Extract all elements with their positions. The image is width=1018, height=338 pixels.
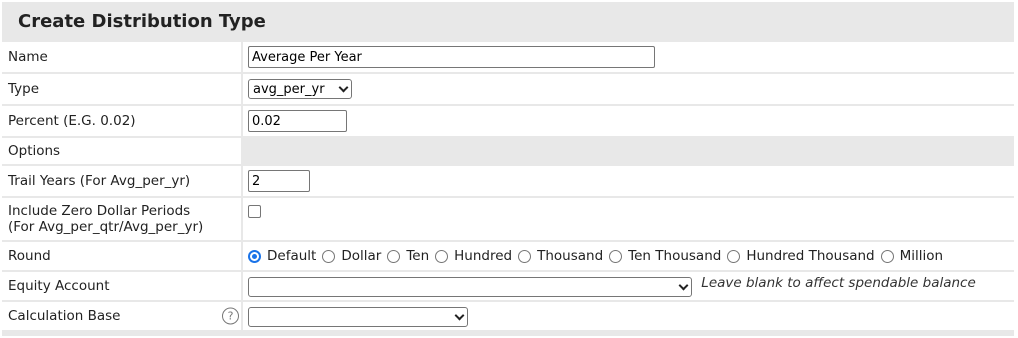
chevron-down-icon (338, 82, 349, 92)
equity-account-select[interactable] (248, 277, 692, 297)
row-round: Round Default Dollar Ten Hundred Thousan… (2, 242, 1014, 270)
type-label: Type (2, 74, 241, 104)
row-type: Type avg_per_yr (2, 74, 1014, 104)
round-option-hundred[interactable]: Hundred (435, 248, 512, 264)
panel-title: Create Distribution Type (18, 11, 266, 32)
round-option-default[interactable]: Default (248, 248, 316, 264)
trail-years-label: Trail Years (For Avg_per_yr) (2, 166, 241, 196)
row-options-section: Options (2, 138, 1014, 164)
radio-icon[interactable] (880, 249, 894, 263)
radio-selected-icon[interactable] (248, 249, 261, 263)
round-label: Round (2, 242, 241, 270)
round-option-million[interactable]: Million (880, 248, 943, 264)
question-circle-icon[interactable]: ? (222, 307, 239, 325)
row-calculation-base: Calculation Base ? (2, 302, 1014, 330)
round-option-hundred-thousand[interactable]: Hundred Thousand (727, 248, 875, 264)
calculation-base-select[interactable] (248, 307, 468, 327)
chevron-down-icon (678, 280, 689, 290)
radio-icon[interactable] (727, 249, 741, 263)
row-equity-account: Equity Account Leave blank to affect spe… (2, 272, 1014, 300)
radio-icon[interactable] (387, 249, 401, 263)
calculation-base-label: Calculation Base (8, 308, 121, 324)
type-select[interactable]: avg_per_yr (248, 79, 352, 99)
round-option-thousand[interactable]: Thousand (518, 248, 603, 264)
radio-icon[interactable] (609, 249, 623, 263)
row-name: Name (2, 42, 1014, 72)
include-zero-label-line2: (For Avg_per_qtr/Avg_per_yr) (8, 219, 204, 235)
round-radio-group: Default Dollar Ten Hundred Thousand Ten … (248, 248, 1014, 264)
distribution-type-form: Name Type avg_per_yr Percent (E.G. 0.02) (2, 40, 1014, 332)
row-include-zero: Include Zero Dollar Periods (For Avg_per… (2, 198, 1014, 240)
row-percent: Percent (E.G. 0.02) (2, 106, 1014, 136)
include-zero-label-line1: Include Zero Dollar Periods (8, 203, 191, 219)
name-label: Name (2, 42, 241, 72)
round-option-ten[interactable]: Ten (387, 248, 429, 264)
options-section-label: Options (2, 138, 241, 164)
percent-label: Percent (E.G. 0.02) (2, 106, 241, 136)
radio-icon[interactable] (435, 249, 449, 263)
include-zero-checkbox[interactable] (248, 205, 261, 218)
round-option-dollar[interactable]: Dollar (322, 248, 381, 264)
create-distribution-type-panel: Create Distribution Type Name Type avg_p… (2, 2, 1014, 336)
radio-icon[interactable] (322, 249, 336, 263)
name-input[interactable] (248, 46, 655, 68)
round-option-ten-thousand[interactable]: Ten Thousand (609, 248, 721, 264)
chevron-down-icon (454, 310, 465, 320)
equity-account-label: Equity Account (2, 272, 241, 300)
type-select-value: avg_per_yr (253, 81, 325, 97)
radio-icon[interactable] (518, 249, 532, 263)
percent-input[interactable] (248, 110, 347, 132)
row-trail-years: Trail Years (For Avg_per_yr) (2, 166, 1014, 196)
trail-years-input[interactable] (248, 170, 310, 192)
equity-account-hint: Leave blank to affect spendable balance (701, 275, 976, 291)
